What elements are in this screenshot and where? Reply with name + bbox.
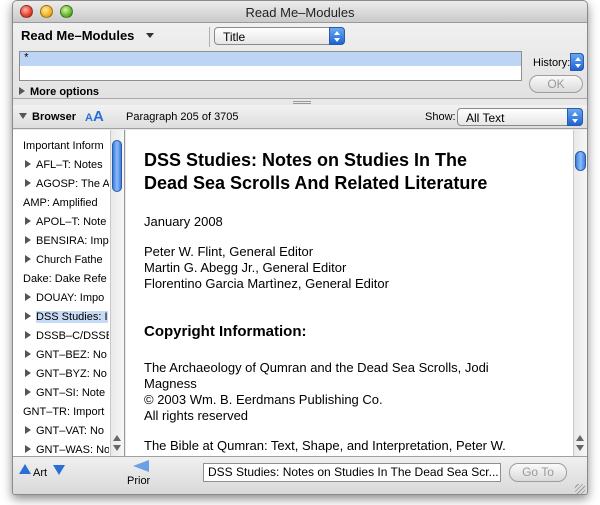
list-item[interactable]: DOUAY: Impo — [13, 290, 109, 307]
doc-paragraph: Magness — [144, 376, 197, 391]
divider — [209, 27, 210, 47]
disclosure-triangle-icon[interactable] — [25, 388, 31, 396]
disclosure-triangle-icon[interactable] — [25, 255, 31, 263]
list-item[interactable]: AGOSP: The A — [13, 176, 109, 193]
disclosure-triangle-icon[interactable] — [25, 160, 31, 168]
disclosure-triangle-icon[interactable] — [25, 293, 31, 301]
list-item[interactable]: AMP: Amplified — [13, 195, 109, 212]
disclosure-triangle-icon[interactable] — [25, 312, 31, 320]
search-field-select[interactable]: Title — [214, 27, 345, 45]
article-down-icon[interactable] — [53, 465, 65, 475]
article-label: Art — [33, 467, 48, 479]
disclosure-triangle-icon — [19, 113, 27, 119]
list-item[interactable]: GNT–SI: Note — [13, 385, 109, 402]
show-select[interactable]: All Text — [457, 108, 583, 126]
popup-arrows-icon — [567, 108, 583, 126]
doc-date: January 2008 — [144, 214, 223, 229]
doc-editor: Florentino Garcia Martìnez, General Edit… — [144, 276, 389, 291]
list-item[interactable]: Church Fathe — [13, 252, 109, 269]
doc-editor: Martin G. Abegg Jr., General Editor — [144, 260, 347, 275]
scroll-down-icon[interactable] — [576, 445, 584, 451]
disclosure-triangle-icon[interactable] — [25, 445, 31, 453]
goto-input[interactable]: DSS Studies: Notes on Studies In The Dea… — [203, 463, 501, 482]
module-selector[interactable]: Read Me–Modules — [21, 28, 134, 43]
list-item-selected[interactable]: DSS Studies: I — [13, 309, 109, 326]
scroll-up-icon[interactable] — [113, 435, 121, 441]
browser-label: Browser — [32, 111, 77, 123]
prior-button[interactable]: Prior — [127, 475, 150, 487]
goto-button[interactable]: Go To — [509, 463, 567, 482]
popup-arrows-icon — [329, 27, 345, 45]
popup-arrows-icon — [570, 53, 584, 71]
show-label: Show: — [425, 111, 456, 123]
list-item[interactable]: GNT–WAS: No — [13, 442, 109, 456]
chevron-down-icon[interactable] — [146, 33, 154, 38]
doc-editor: Peter W. Flint, General Editor — [144, 244, 314, 259]
font-size-control[interactable]: AA — [85, 108, 104, 125]
browser-bar: Browser AA Paragraph 205 of 3705 Show: A… — [13, 105, 587, 129]
search-field-select-value: Title — [223, 30, 246, 44]
doc-paragraph: The Bible at Qumran: Text, Shape, and In… — [144, 438, 506, 453]
prior-arrow-icon[interactable] — [133, 460, 149, 472]
browser-toggle[interactable]: Browser — [19, 111, 76, 123]
document-scroll-thumb[interactable] — [575, 151, 586, 171]
history-label: History: — [533, 57, 571, 69]
scroll-down-icon[interactable] — [113, 445, 121, 451]
list-item[interactable]: Important Inform — [13, 138, 109, 155]
doc-title-line2: Dead Sea Scrolls And Related Literature — [144, 173, 488, 193]
disclosure-triangle-icon — [19, 87, 25, 95]
document-scrollbar[interactable] — [573, 130, 587, 456]
disclosure-triangle-icon[interactable] — [25, 179, 31, 187]
disclosure-triangle-icon[interactable] — [25, 331, 31, 339]
search-panel: Read Me–Modules Title * History: OK More… — [13, 23, 587, 99]
history-popup[interactable] — [570, 53, 584, 71]
list-item[interactable]: APOL–T: Note — [13, 214, 109, 231]
doc-paragraph: © 2003 Wm. B. Eerdmans Publishing Co. — [144, 392, 383, 407]
copyright-heading: Copyright Information: — [144, 323, 307, 340]
scroll-up-icon[interactable] — [576, 435, 584, 441]
doc-paragraph: The Archaeology of Qumran and the Dead S… — [144, 360, 489, 375]
search-input[interactable]: * — [19, 51, 522, 81]
search-query: * — [20, 52, 521, 66]
sidebar-scroll-thumb[interactable] — [112, 140, 122, 192]
disclosure-triangle-icon[interactable] — [25, 369, 31, 377]
more-options-label: More options — [30, 86, 100, 98]
navigation-bar: Art Prior DSS Studies: Notes on Studies … — [13, 456, 587, 494]
ok-button[interactable]: OK — [529, 75, 583, 93]
list-item[interactable]: GNT–BEZ: No — [13, 347, 109, 364]
splitter-grip-icon[interactable] — [293, 101, 311, 104]
more-options-toggle[interactable]: More options — [19, 86, 99, 98]
app-window: Read Me–Modules Read Me–Modules Title * … — [12, 0, 588, 495]
list-item[interactable]: GNT–TR: Import — [13, 404, 109, 421]
resize-grip-icon[interactable] — [575, 484, 585, 494]
list-item[interactable]: GNT–VAT: No — [13, 423, 109, 440]
disclosure-triangle-icon[interactable] — [25, 350, 31, 358]
list-item[interactable]: DSSB–C/DSSB — [13, 328, 109, 345]
doc-paragraph: All rights reserved — [144, 408, 249, 423]
font-smaller-icon[interactable]: A — [85, 112, 93, 124]
paragraph-indicator: Paragraph 205 of 3705 — [126, 111, 239, 123]
document-view: DSS Studies: Notes on Studies In The Dea… — [126, 130, 573, 456]
disclosure-triangle-icon[interactable] — [25, 236, 31, 244]
font-larger-icon[interactable]: A — [93, 108, 104, 125]
disclosure-triangle-icon[interactable] — [25, 217, 31, 225]
list-item[interactable]: BENSIRA: Imp — [13, 233, 109, 250]
browser-sidebar: Important Inform AFL–T: Notes AGOSP: The… — [13, 130, 125, 456]
window-title: Read Me–Modules — [245, 5, 355, 20]
doc-title-line1: DSS Studies: Notes on Studies In The — [144, 150, 468, 170]
disclosure-triangle-icon[interactable] — [25, 426, 31, 434]
list-item[interactable]: GNT–BYZ: No — [13, 366, 109, 383]
list-item[interactable]: Dake: Dake Refe — [13, 271, 109, 288]
article-up-icon[interactable] — [19, 464, 31, 474]
title-bar: Read Me–Modules — [13, 1, 587, 23]
show-select-value: All Text — [466, 111, 505, 125]
list-item[interactable]: AFL–T: Notes — [13, 157, 109, 174]
